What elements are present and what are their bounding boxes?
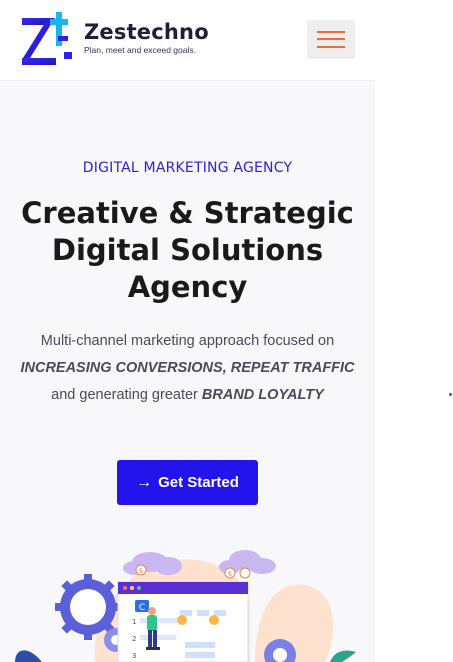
brand-tagline: Plan, meet and exceed goals. <box>84 45 196 55</box>
page: Zestechno Plan, meet and exceed goals. D… <box>0 0 375 662</box>
get-started-label: Get Started <box>158 474 239 491</box>
hero-headline: Creative & Strategic Digital Solutions A… <box>10 195 365 306</box>
hero-description: Multi-channel marketing approach focused… <box>20 328 355 409</box>
hamburger-icon <box>317 31 345 33</box>
zestechno-logo-icon[interactable] <box>20 12 74 66</box>
top-navbar: Zestechno Plan, meet and exceed goals. <box>0 0 375 81</box>
hamburger-icon-line <box>317 46 345 48</box>
hamburger-icon-line <box>317 38 345 40</box>
hero-eyebrow: DIGITAL MARKETING AGENCY <box>82 160 293 176</box>
headline-line: Agency <box>127 270 248 304</box>
get-started-button[interactable]: → Get Started <box>117 460 258 505</box>
dashboard-window: C 1 2 3 <box>117 581 249 662</box>
svg-text:$: $ <box>228 570 232 578</box>
hero-illustration: C 1 2 3 $ $ <box>15 550 356 662</box>
indicator-dot <box>449 393 452 396</box>
row-number: 2 <box>132 635 136 643</box>
desc-text: and generating greater <box>51 387 198 403</box>
desc-text: Multi-channel marketing approach focused… <box>40 333 335 349</box>
plant-leaf <box>330 650 356 662</box>
row-number: 3 <box>132 652 136 660</box>
row-number: 1 <box>132 618 136 626</box>
desc-emphasis: INCREASING CONVERSIONS, REPEAT TRAFFIC <box>20 360 355 376</box>
desc-emphasis: BRAND LOYALTY <box>201 387 324 403</box>
brand-name[interactable]: Zestechno <box>84 20 209 44</box>
plant-leaf <box>15 650 42 662</box>
hamburger-menu-button[interactable] <box>307 20 355 59</box>
headline-line: Digital Solutions <box>51 233 324 267</box>
window-tab-label: C <box>139 603 145 613</box>
headline-line: Creative & Strategic <box>21 196 354 230</box>
arrow-right-icon: → <box>136 473 153 491</box>
svg-text:$: $ <box>139 567 143 575</box>
